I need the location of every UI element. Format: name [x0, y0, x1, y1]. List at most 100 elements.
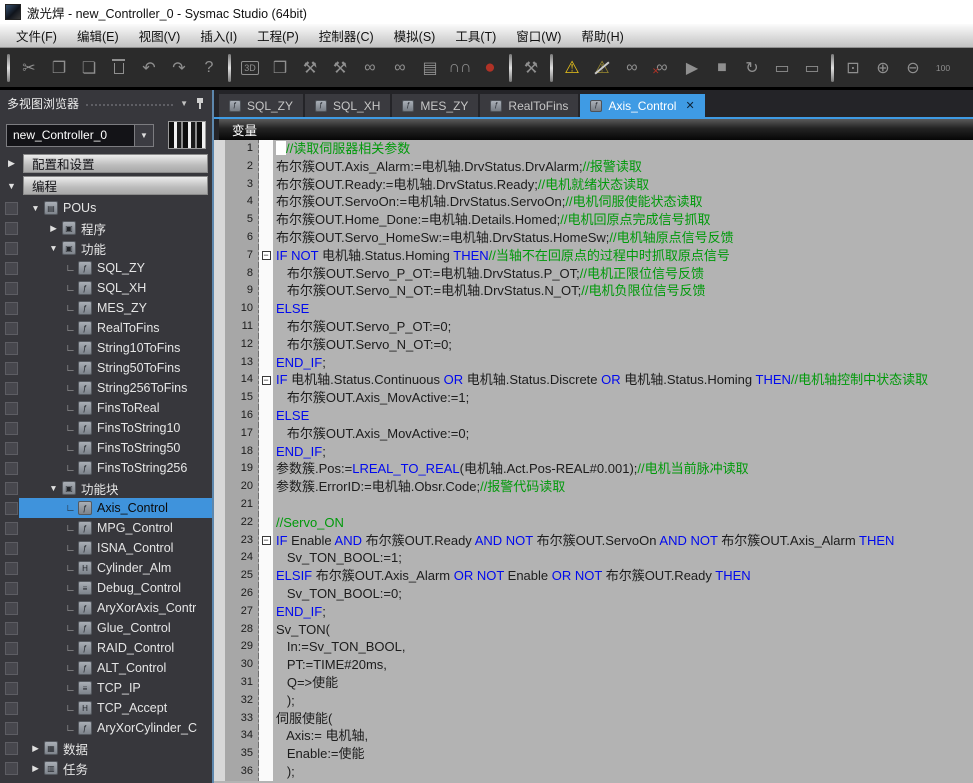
fold-collapse-icon[interactable]: − [262, 376, 271, 385]
tree-item-isna-control[interactable]: ∟ƒISNA_Control [0, 538, 212, 558]
stop-icon[interactable]: ■ [710, 56, 734, 80]
expanded-arrow-icon[interactable]: ▼ [46, 243, 61, 253]
code-line-6[interactable]: 6布尔簇OUT.Servo_HomeSw:=电机轴.DrvStatus.Home… [214, 229, 973, 247]
code-line-1[interactable]: 1//读取伺服器相关参数 [214, 140, 973, 158]
code-line-26[interactable]: 26 Sv_TON_BOOL:=0; [214, 585, 973, 603]
expanded-arrow-icon[interactable]: ▼ [0, 181, 23, 191]
tree-item-string256tofins[interactable]: ∟ƒString256ToFins [0, 378, 212, 398]
fold-collapse-icon[interactable]: − [262, 251, 271, 260]
code-text[interactable]: IF Enable AND 布尔簇OUT.Ready AND NOT 布尔簇OU… [273, 532, 973, 550]
expanded-arrow-icon[interactable]: ▼ [46, 483, 61, 493]
code-text[interactable]: //Servo_ON [273, 514, 973, 532]
tree-item-finstostring50[interactable]: ∟ƒFinsToString50 [0, 438, 212, 458]
code-text[interactable]: 布尔簇OUT.Axis_MovActive:=1; [273, 389, 973, 407]
code-text[interactable]: IF NOT 电机轴.Status.Homing THEN//当轴不在回原点的过… [273, 247, 973, 265]
tree-item-axis-control[interactable]: ∟ƒAxis_Control [0, 498, 212, 518]
cascade-windows-icon[interactable]: ❒ [268, 56, 292, 80]
tree-item-debug-control[interactable]: ∟≡Debug_Control [0, 578, 212, 598]
code-text[interactable]: ); [273, 763, 973, 781]
drag-texture[interactable] [86, 104, 173, 106]
run-icon[interactable]: ▶ [680, 56, 704, 80]
code-line-22[interactable]: 22//Servo_ON [214, 514, 973, 532]
fold-collapse-icon[interactable]: − [262, 536, 271, 545]
code-text[interactable]: END_IF; [273, 354, 973, 372]
controller-select-arrow-icon[interactable]: ▼ [134, 125, 153, 146]
menu-item-simulation[interactable]: 模拟(S) [384, 23, 446, 48]
st-code-editor[interactable]: 1//读取伺服器相关参数2布尔簇OUT.Axis_Alarm:=电机轴.DrvS… [214, 140, 973, 783]
tab-sql-zy[interactable]: ƒSQL_ZY [219, 94, 303, 117]
section-config[interactable]: ▶ 配置和设置 [0, 153, 212, 174]
tree-item-glue-control[interactable]: ∟ƒGlue_Control [0, 618, 212, 638]
cut-icon[interactable]: ✂ [17, 56, 41, 80]
transfer-from-controller-icon[interactable]: ▭ [800, 56, 824, 80]
tree-item-sql-xh[interactable]: ∟ƒSQL_XH [0, 278, 212, 298]
tree-item-aryxorcylinder-c[interactable]: ∟ƒAryXorCylinder_C [0, 718, 212, 738]
all-program-check-icon[interactable]: ∞ [388, 56, 412, 80]
tree-item-raid-control[interactable]: ∟ƒRAID_Control [0, 638, 212, 658]
code-text[interactable]: 布尔簇OUT.Servo_P_OT:=0; [273, 318, 973, 336]
code-line-31[interactable]: 31 Q=>使能 [214, 674, 973, 692]
tree-item-tcp-ip[interactable]: ∟≡TCP_IP [0, 678, 212, 698]
code-line-36[interactable]: 36 ); [214, 763, 973, 781]
code-text[interactable]: ELSE [273, 407, 973, 425]
zoom-out-icon[interactable]: ⊖ [901, 56, 925, 80]
code-text[interactable]: 布尔簇OUT.Axis_Alarm:=电机轴.DrvStatus.DrvAlar… [273, 158, 973, 176]
synchronize-icon[interactable]: ↻ [740, 56, 764, 80]
menu-item-view[interactable]: 视图(V) [129, 23, 191, 48]
check-remove-icon[interactable]: ∞ [650, 56, 674, 80]
code-text[interactable]: ELSIF 布尔簇OUT.Axis_Alarm OR NOT Enable OR… [273, 567, 973, 585]
code-text[interactable]: Q=>使能 [273, 674, 973, 692]
tab-mes-zy[interactable]: ƒMES_ZY [392, 94, 478, 117]
code-text[interactable] [273, 496, 973, 514]
collapsed-arrow-icon[interactable]: ▶ [28, 743, 43, 754]
code-line-30[interactable]: 30 PT:=TIME#20ms, [214, 656, 973, 674]
expanded-arrow-icon[interactable]: ▼ [28, 203, 43, 213]
tree-item-item[interactable]: ▶▦数据 [0, 738, 212, 758]
collapsed-arrow-icon[interactable]: ▶ [46, 223, 61, 234]
code-text[interactable]: Enable:=使能 [273, 745, 973, 763]
variable-usage-icon[interactable]: ▤ [418, 56, 442, 80]
code-text[interactable]: ); [273, 692, 973, 710]
code-line-28[interactable]: 28Sv_TON( [214, 621, 973, 639]
code-text[interactable]: In:=Sv_TON_BOOL, [273, 638, 973, 656]
undo-icon[interactable]: ↶ [137, 56, 161, 80]
tab-realtofins[interactable]: ƒRealToFins [480, 94, 578, 117]
variables-section-bar[interactable]: 变量 [219, 119, 973, 140]
code-line-23[interactable]: 23−IF Enable AND 布尔簇OUT.Ready AND NOT 布尔… [214, 532, 973, 550]
code-text[interactable]: 布尔簇OUT.Axis_MovActive:=0; [273, 425, 973, 443]
tree-item-aryxoraxis-contr[interactable]: ∟ƒAryXorAxis_Contr [0, 598, 212, 618]
code-line-33[interactable]: 33伺服使能( [214, 710, 973, 728]
code-text[interactable]: ELSE [273, 300, 973, 318]
quick-build-icon[interactable]: ⚒ [519, 56, 543, 80]
code-line-20[interactable]: 20参数簇.ErrorID:=电机轴.Obsr.Code;//报警代码读取 [214, 478, 973, 496]
tree-item-tcp-accept[interactable]: ∟HTCP_Accept [0, 698, 212, 718]
code-line-9[interactable]: 9 布尔簇OUT.Servo_N_OT:=电机轴.DrvStatus.N_OT;… [214, 282, 973, 300]
section-programming[interactable]: ▼ 编程 [0, 175, 212, 196]
code-text[interactable]: //读取伺服器相关参数 [273, 140, 973, 158]
code-line-35[interactable]: 35 Enable:=使能 [214, 745, 973, 763]
code-line-10[interactable]: 10ELSE [214, 300, 973, 318]
tree-item-finstostring256[interactable]: ∟ƒFinsToString256 [0, 458, 212, 478]
tree-item-item[interactable]: ▶▣程序 [0, 218, 212, 238]
collapsed-arrow-icon[interactable]: ▶ [28, 763, 43, 774]
tree-item-sql-zy[interactable]: ∟ƒSQL_ZY [0, 258, 212, 278]
close-icon[interactable]: ✕ [685, 99, 694, 112]
tree-item-mes-zy[interactable]: ∟ƒMES_ZY [0, 298, 212, 318]
code-text[interactable]: 布尔簇OUT.Home_Done:=电机轴.Details.Homed;//电机… [273, 211, 973, 229]
tab-axis-control[interactable]: ƒAxis_Control✕ [580, 94, 704, 117]
code-text[interactable]: 布尔簇OUT.ServoOn:=电机轴.DrvStatus.ServoOn;//… [273, 193, 973, 211]
controller-select[interactable]: new_Controller_0 ▼ [6, 124, 154, 147]
code-line-19[interactable]: 19参数簇.Pos:=LREAL_TO_REAL(电机轴.Act.Pos-REA… [214, 460, 973, 478]
paste-icon[interactable]: ❏ [77, 56, 101, 80]
code-text[interactable]: 布尔簇OUT.Servo_HomeSw:=电机轴.DrvStatus.HomeS… [273, 229, 973, 247]
rebuild-icon[interactable]: ⚒ [328, 56, 352, 80]
menu-item-file[interactable]: 文件(F) [6, 23, 67, 48]
zoom-100-icon[interactable]: 100 [931, 56, 955, 80]
tree-item-cylinder-alm[interactable]: ∟HCylinder_Alm [0, 558, 212, 578]
warning-off-icon[interactable]: ⚠ [590, 56, 614, 80]
program-check-icon[interactable]: ∞ [358, 56, 382, 80]
transfer-to-controller-icon[interactable]: ▭ [770, 56, 794, 80]
search-icon[interactable]: ∩∩ [448, 56, 472, 80]
code-text[interactable]: 布尔簇OUT.Servo_N_OT:=0; [273, 336, 973, 354]
code-text[interactable]: Sv_TON( [273, 621, 973, 639]
